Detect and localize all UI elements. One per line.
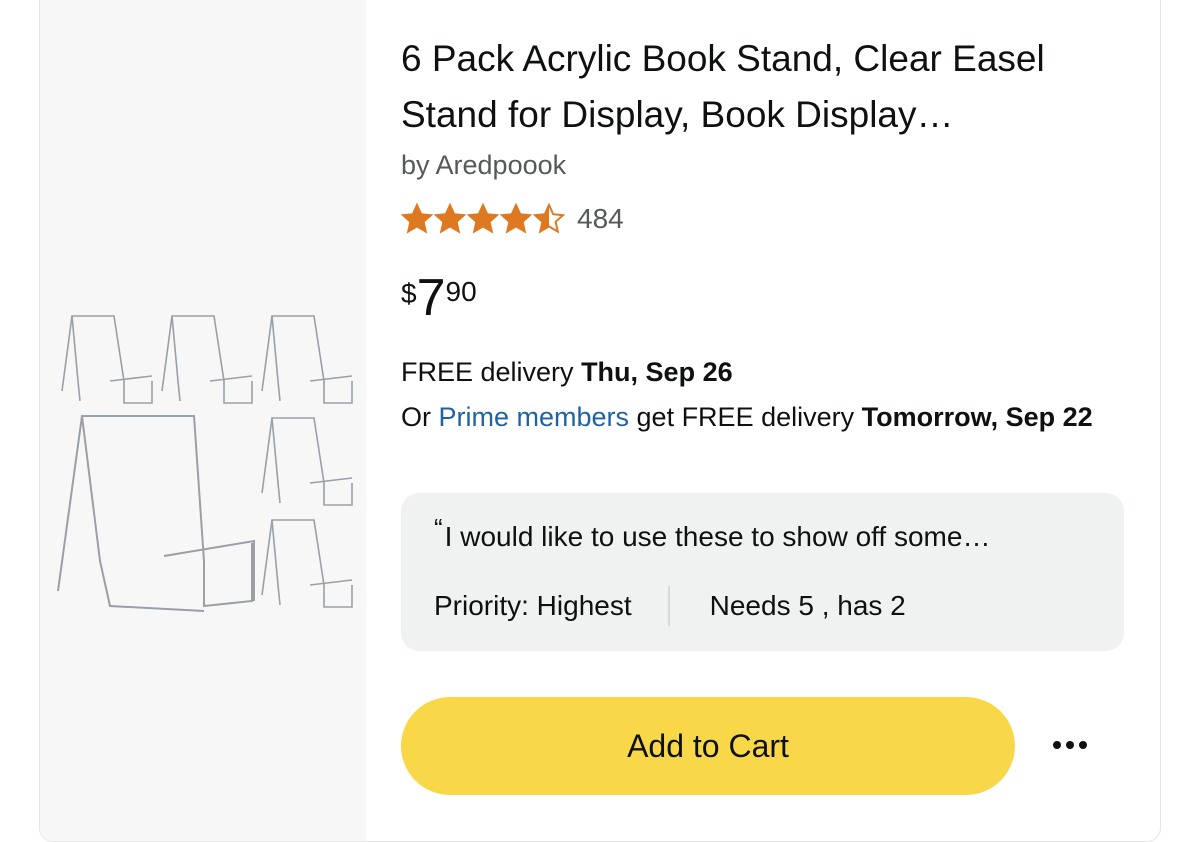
star-icon (467, 203, 499, 234)
rating-count: 484 (577, 203, 624, 234)
star-icon (533, 203, 565, 234)
brand-byline[interactable]: by Aredpoook (401, 150, 566, 181)
small-stand (261, 417, 353, 506)
star-icon (434, 203, 466, 234)
prime-prefix: Or (401, 402, 439, 432)
dot (1066, 741, 1074, 749)
meta-divider (667, 586, 670, 626)
price-symbol: $ (401, 278, 417, 309)
small-stand (261, 315, 353, 404)
request-quote: “I would like to use these to show off s… (434, 513, 991, 553)
star-icon (500, 203, 532, 234)
rating-row[interactable]: 484 (401, 203, 624, 235)
delivery-label: FREE delivery (401, 357, 582, 387)
dot (1053, 741, 1061, 749)
large-stand (57, 415, 255, 612)
delivery-line-prime: Or Prime members get FREE delivery Tomor… (401, 395, 1101, 440)
request-note[interactable]: “I would like to use these to show off s… (401, 493, 1124, 651)
prime-delivery-date: Tomorrow, Sep 22 (861, 402, 1093, 432)
delivery-info: FREE delivery Thu, Sep 26 Or Prime membe… (401, 350, 1101, 440)
add-to-cart-button[interactable]: Add to Cart (401, 697, 1015, 795)
small-stand (61, 315, 153, 404)
small-stand (261, 519, 353, 608)
price: $ 7 90 (401, 270, 477, 326)
priority-label: Priority: Highest (434, 590, 632, 621)
star-rating (401, 203, 565, 235)
more-options-icon[interactable] (1048, 727, 1092, 763)
request-meta: Priority: Highest Needs 5 , has 2 (434, 586, 906, 626)
prime-delivery-label: get FREE delivery (629, 402, 862, 432)
delivery-line-standard: FREE delivery Thu, Sep 26 (401, 350, 1101, 395)
small-stand (161, 315, 253, 404)
delivery-date: Thu, Sep 26 (581, 357, 733, 387)
quantity-needed: Needs 5 , has 2 (709, 590, 906, 621)
request-quote-text: I would like to use these to show off so… (444, 521, 991, 552)
product-title[interactable]: 6 Pack Acrylic Book Stand, Clear Easel S… (401, 31, 1141, 143)
star-icon (401, 203, 433, 234)
price-fraction: 90 (445, 276, 477, 307)
product-image-panel[interactable] (40, 0, 366, 841)
prime-members-link[interactable]: Prime members (439, 402, 630, 432)
dot (1079, 741, 1087, 749)
product-image (57, 315, 353, 612)
price-whole: 7 (416, 269, 446, 327)
quote-mark: “ (434, 513, 443, 543)
